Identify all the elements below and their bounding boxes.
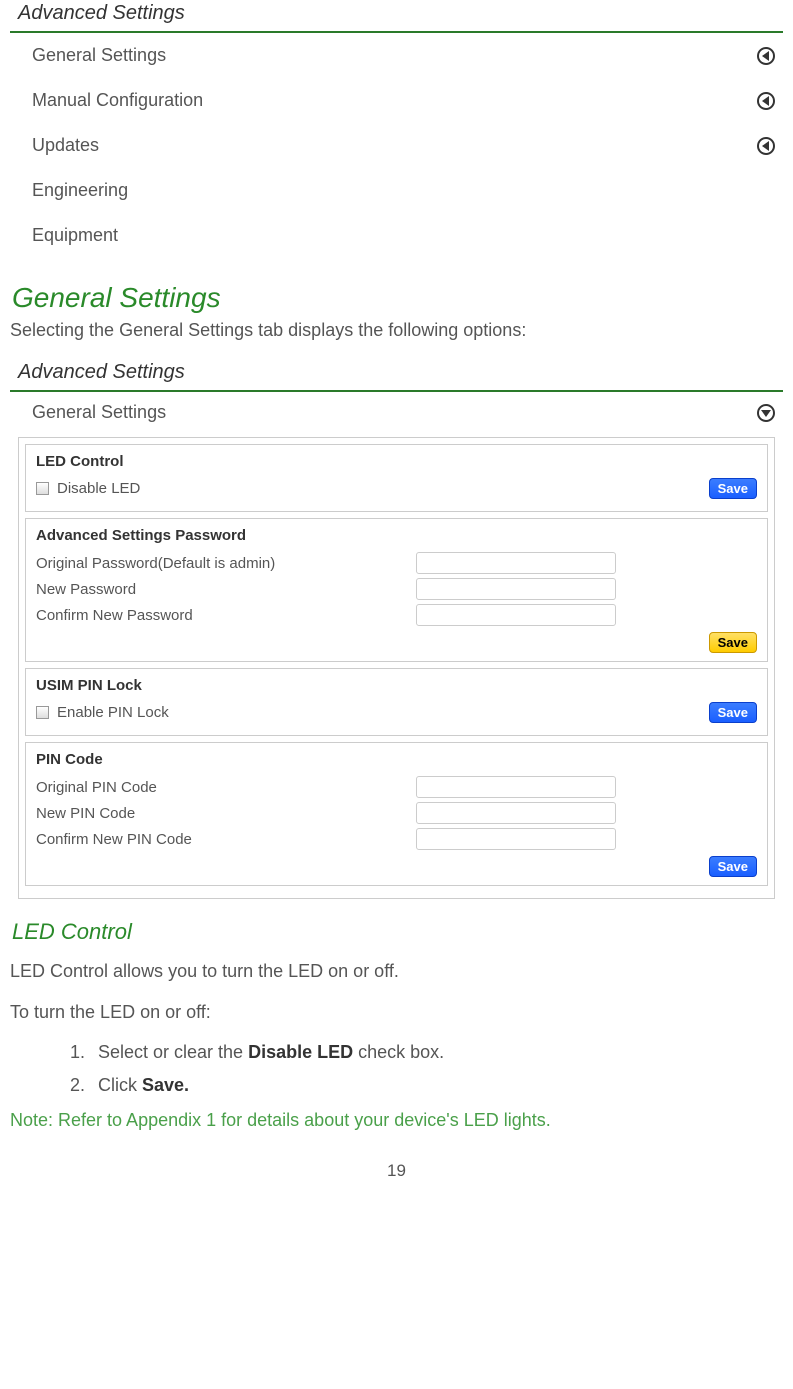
- menu-item-general-settings[interactable]: General Settings: [10, 33, 783, 78]
- section-intro-text: Selecting the General Settings tab displ…: [10, 318, 783, 343]
- menu-item-updates[interactable]: Updates: [10, 123, 783, 168]
- step-2: Click Save.: [90, 1075, 783, 1096]
- advanced-settings-menu-screenshot: Advanced Settings General Settings Manua…: [10, 0, 783, 258]
- checkbox-label: Enable PIN Lock: [57, 704, 169, 721]
- checkbox-label: Disable LED: [57, 480, 140, 497]
- menu-item-label: Manual Configuration: [32, 90, 203, 111]
- original-pin-label: Original PIN Code: [36, 779, 416, 796]
- new-pin-input[interactable]: [416, 802, 616, 824]
- confirm-password-label: Confirm New Password: [36, 607, 416, 624]
- box-title: Advanced Settings Password: [36, 527, 757, 544]
- enable-pin-lock-checkbox[interactable]: [36, 706, 49, 719]
- expand-down-icon: [757, 404, 775, 422]
- new-password-label: New Password: [36, 581, 416, 598]
- password-box: Advanced Settings Password Original Pass…: [25, 518, 768, 662]
- confirm-password-input[interactable]: [416, 604, 616, 626]
- box-title: PIN Code: [36, 751, 757, 768]
- new-pin-label: New PIN Code: [36, 805, 416, 822]
- collapse-left-icon: [757, 47, 775, 65]
- original-pin-input[interactable]: [416, 776, 616, 798]
- led-control-box: LED Control Disable LED Save: [25, 444, 768, 512]
- pin-code-box: PIN Code Original PIN Code New PIN Code …: [25, 742, 768, 886]
- original-password-label: Original Password(Default is admin): [36, 555, 416, 572]
- sub-header-general-settings[interactable]: General Settings: [10, 392, 783, 433]
- sub-header-label: General Settings: [32, 402, 166, 423]
- save-button[interactable]: Save: [709, 856, 757, 877]
- box-title: USIM PIN Lock: [36, 677, 757, 694]
- section-heading-general-settings: General Settings: [10, 282, 783, 314]
- page-number: 19: [10, 1161, 783, 1181]
- panel-title: Advanced Settings: [10, 0, 783, 33]
- confirm-pin-label: Confirm New PIN Code: [36, 831, 416, 848]
- save-button[interactable]: Save: [709, 702, 757, 723]
- disable-led-checkbox[interactable]: [36, 482, 49, 495]
- menu-item-label: Updates: [32, 135, 99, 156]
- collapse-left-icon: [757, 92, 775, 110]
- led-control-description: LED Control allows you to turn the LED o…: [10, 959, 783, 984]
- steps-list: Select or clear the Disable LED check bo…: [90, 1042, 783, 1096]
- menu-item-label: General Settings: [32, 45, 166, 66]
- menu-item-manual-configuration[interactable]: Manual Configuration: [10, 78, 783, 123]
- confirm-pin-input[interactable]: [416, 828, 616, 850]
- menu-item-equipment[interactable]: Equipment: [10, 213, 783, 258]
- collapse-left-icon: [757, 137, 775, 155]
- menu-item-engineering[interactable]: Engineering: [10, 168, 783, 213]
- led-control-instructions-intro: To turn the LED on or off:: [10, 1000, 783, 1025]
- subsection-heading-led-control: LED Control: [10, 919, 783, 945]
- step-1: Select or clear the Disable LED check bo…: [90, 1042, 783, 1063]
- panel-title: Advanced Settings: [10, 359, 783, 392]
- pin-lock-box: USIM PIN Lock Enable PIN Lock Save: [25, 668, 768, 736]
- box-title: LED Control: [36, 453, 757, 470]
- original-password-input[interactable]: [416, 552, 616, 574]
- config-body: LED Control Disable LED Save Advanced Se…: [18, 437, 775, 899]
- save-button[interactable]: Save: [709, 632, 757, 653]
- note-text: Note: Refer to Appendix 1 for details ab…: [10, 1110, 783, 1131]
- menu-item-label: Equipment: [32, 225, 118, 246]
- general-settings-panel-screenshot: Advanced Settings General Settings LED C…: [10, 359, 783, 899]
- menu-item-label: Engineering: [32, 180, 128, 201]
- save-button[interactable]: Save: [709, 478, 757, 499]
- new-password-input[interactable]: [416, 578, 616, 600]
